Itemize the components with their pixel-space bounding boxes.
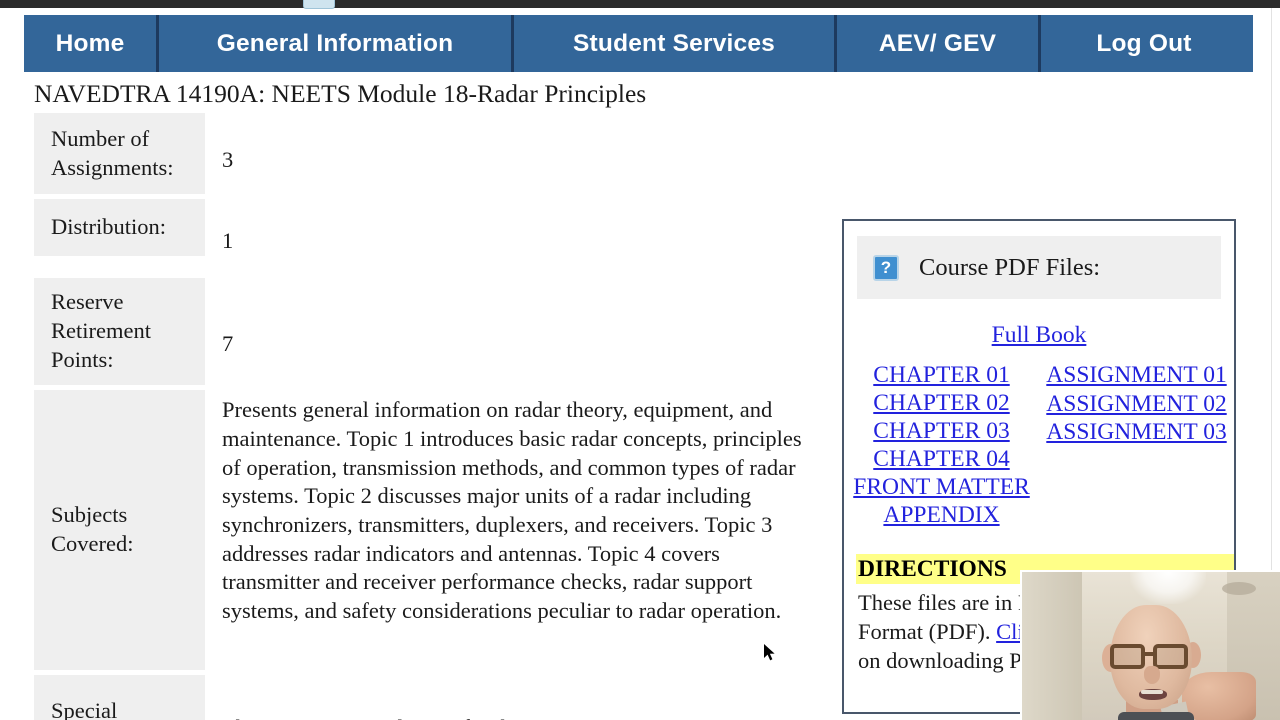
pdf-links-column-assignments: ASSIGNMENT 01 ASSIGNMENT 02 ASSIGNMENT 0… bbox=[1039, 361, 1234, 529]
webcam-person-hand bbox=[1182, 672, 1256, 720]
nav-item-log-out[interactable]: Log Out bbox=[1041, 15, 1247, 72]
nav-item-student-services[interactable]: Student Services bbox=[514, 15, 837, 72]
nav-item-general-information-label: General Information bbox=[216, 29, 454, 57]
full-book-link-wrap: Full Book bbox=[844, 321, 1234, 349]
nav-item-general-information[interactable]: General Information bbox=[159, 15, 514, 72]
table-row: Special There are no special notes for t… bbox=[34, 675, 834, 720]
link-chapter-01[interactable]: CHAPTER 01 bbox=[844, 361, 1039, 389]
row-value-special-notes: There are no special notes for this NRTC… bbox=[205, 675, 834, 720]
link-assignment-02[interactable]: ASSIGNMENT 02 bbox=[1039, 390, 1234, 419]
nav-item-student-services-label: Student Services bbox=[573, 29, 775, 57]
screen-root: Home General Information Student Service… bbox=[0, 0, 1280, 720]
link-front-matter[interactable]: FRONT MATTER bbox=[844, 473, 1039, 501]
webcam-person-nose bbox=[1144, 666, 1160, 684]
table-row: Number of Assignments: 3 bbox=[34, 113, 834, 194]
webcam-overlay[interactable] bbox=[1020, 570, 1280, 720]
link-appendix[interactable]: APPENDIX bbox=[844, 501, 1039, 529]
row-label-reserve-retirement-points: Reserve Retirement Points: bbox=[34, 278, 205, 386]
nav-item-aev-gev[interactable]: AEV/ GEV bbox=[837, 15, 1041, 72]
link-chapter-04[interactable]: CHAPTER 04 bbox=[844, 445, 1039, 473]
site-navigation-bar: Home General Information Student Service… bbox=[24, 15, 1253, 72]
pdf-panel-header: ? Course PDF Files: bbox=[857, 236, 1221, 299]
glasses-lens-right bbox=[1153, 644, 1188, 669]
directions-heading: DIRECTIONS bbox=[858, 556, 1007, 582]
table-row: Subjects Covered: Presents general infor… bbox=[34, 390, 834, 671]
nav-item-home-label: Home bbox=[55, 29, 125, 57]
row-value-distribution: 1 bbox=[222, 228, 234, 253]
nav-item-home[interactable]: Home bbox=[24, 15, 159, 72]
webcam-person-teeth bbox=[1141, 690, 1163, 694]
subjects-covered-text: Presents general information on radar th… bbox=[222, 397, 802, 624]
nav-item-aev-gev-label: AEV/ GEV bbox=[878, 29, 997, 57]
row-value-subjects-covered: Presents general information on radar th… bbox=[205, 390, 834, 670]
row-label-distribution: Distribution: bbox=[34, 199, 205, 256]
course-info-table: Number of Assignments: 3 Distribution: 1… bbox=[34, 113, 834, 720]
browser-tab-stub[interactable] bbox=[303, 0, 335, 9]
page-title: NAVEDTRA 14190A: NEETS Module 18-Radar P… bbox=[34, 79, 647, 108]
row-value-reserve-retirement-points: 7 bbox=[222, 331, 234, 357]
row-label-number-of-assignments: Number of Assignments: bbox=[34, 113, 205, 194]
browser-chrome-bar bbox=[0, 0, 1280, 8]
link-chapter-02[interactable]: CHAPTER 02 bbox=[844, 389, 1039, 417]
link-full-book[interactable]: Full Book bbox=[992, 322, 1087, 348]
glasses-lens-left bbox=[1110, 644, 1145, 669]
table-row: Reserve Retirement Points: 7 bbox=[34, 278, 834, 386]
table-row: Distribution: 1 bbox=[34, 199, 834, 273]
pdf-panel-title: Course PDF Files: bbox=[919, 253, 1101, 281]
broken-image-question-icon: ? bbox=[873, 254, 899, 281]
nav-item-log-out-label: Log Out bbox=[1096, 29, 1192, 57]
link-assignment-01[interactable]: ASSIGNMENT 01 bbox=[1039, 361, 1234, 390]
row-label-subjects-covered: Subjects Covered: bbox=[34, 390, 205, 671]
row-value-number-of-assignments: 3 bbox=[222, 147, 234, 172]
webcam-person-shirt bbox=[1118, 712, 1194, 720]
pdf-links-column-chapters: CHAPTER 01 CHAPTER 02 CHAPTER 03 CHAPTER… bbox=[844, 361, 1039, 529]
pdf-links-columns: CHAPTER 01 CHAPTER 02 CHAPTER 03 CHAPTER… bbox=[844, 361, 1234, 529]
link-assignment-03[interactable]: ASSIGNMENT 03 bbox=[1039, 418, 1234, 447]
webcam-wall-left bbox=[1022, 572, 1082, 720]
row-label-special-notes: Special bbox=[34, 675, 205, 720]
link-chapter-03[interactable]: CHAPTER 03 bbox=[844, 417, 1039, 445]
